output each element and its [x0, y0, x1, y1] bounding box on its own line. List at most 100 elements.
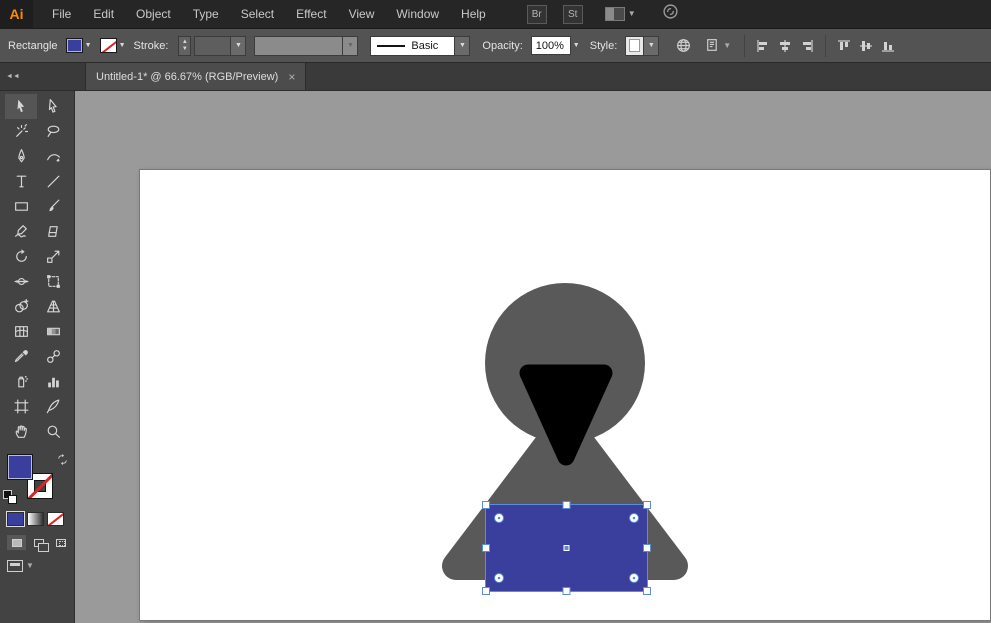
chevron-down-icon: ▼ — [230, 37, 245, 55]
chevron-down-icon: ▼ — [723, 42, 731, 50]
toolbar-collapse-button[interactable]: ◄◄ — [0, 63, 75, 90]
selection-handle[interactable] — [563, 588, 570, 595]
control-bar: Rectangle ▼ ▼ Stroke: ▲▼ ▼ ▼ Basic ▼ Opa… — [0, 29, 991, 63]
perspective-grid-tool[interactable] — [37, 294, 69, 319]
menu-file[interactable]: File — [41, 0, 82, 29]
screen-mode-button[interactable]: ▼ — [7, 560, 74, 572]
menu-type[interactable]: Type — [182, 0, 230, 29]
rotate-tool[interactable] — [5, 244, 37, 269]
bridge-button[interactable]: Br — [527, 5, 547, 24]
menu-object[interactable]: Object — [125, 0, 182, 29]
stroke-label: Stroke: — [134, 40, 169, 52]
lasso-tool[interactable] — [37, 119, 69, 144]
align-right-button[interactable] — [796, 35, 818, 57]
artboard[interactable] — [140, 170, 990, 620]
shaper-tool[interactable] — [5, 219, 37, 244]
stroke-swatch — [100, 38, 117, 53]
selection-handle[interactable] — [483, 588, 490, 595]
globe-icon — [675, 37, 692, 54]
artboard-tool[interactable] — [5, 394, 37, 419]
hand-tool[interactable] — [5, 419, 37, 444]
transform-menu-button[interactable]: ▼ — [704, 37, 731, 54]
menu-edit[interactable]: Edit — [82, 0, 125, 29]
selection-tool[interactable] — [5, 94, 37, 119]
paint-type-buttons — [7, 512, 74, 526]
fill-color-dropdown[interactable]: ▼ — [66, 38, 94, 53]
workspace-switcher-icon — [605, 7, 625, 21]
menu-view[interactable]: View — [338, 0, 386, 29]
selection-handle[interactable] — [644, 588, 651, 595]
brush-value: Basic — [411, 40, 454, 52]
symbol-sprayer-tool[interactable] — [5, 369, 37, 394]
default-fill-stroke-icon[interactable] — [3, 490, 17, 504]
opacity-input[interactable] — [531, 36, 571, 55]
document-info-button[interactable] — [675, 37, 692, 54]
paintbrush-tool[interactable] — [37, 194, 69, 219]
align-bottom-button[interactable] — [877, 35, 899, 57]
draw-normal-button[interactable] — [7, 535, 26, 550]
canvas[interactable] — [75, 91, 991, 623]
draw-normal-icon — [12, 539, 22, 547]
mesh-tool[interactable] — [5, 319, 37, 344]
selection-handle[interactable] — [483, 545, 490, 552]
stroke-color-dropdown[interactable]: ▼ — [100, 38, 128, 53]
swap-fill-stroke-icon[interactable] — [56, 453, 69, 466]
align-bottom-icon — [880, 38, 896, 54]
menu-select[interactable]: Select — [230, 0, 285, 29]
brush-definition-dropdown[interactable]: Basic ▼ — [370, 36, 470, 56]
align-top-button[interactable] — [833, 35, 855, 57]
close-icon[interactable]: × — [288, 70, 295, 84]
scale-tool[interactable] — [37, 244, 69, 269]
chevron-down-icon[interactable]: ▼ — [571, 38, 582, 53]
eyedropper-tool[interactable] — [5, 344, 37, 369]
none-button[interactable] — [47, 512, 64, 526]
magic-wand-tool[interactable] — [5, 119, 37, 144]
draw-behind-button[interactable] — [29, 535, 48, 550]
selection-handle[interactable] — [644, 545, 651, 552]
document-tab-bar: ◄◄ Untitled-1* @ 66.67% (RGB/Preview) × — [0, 63, 991, 91]
selection-handle[interactable] — [563, 502, 570, 509]
chevron-down-icon: ▼ — [628, 10, 636, 18]
rectangle-tool[interactable] — [5, 194, 37, 219]
align-left-button[interactable] — [752, 35, 774, 57]
align-right-icon — [799, 38, 815, 54]
chevron-down-icon: ▼ — [117, 38, 128, 53]
curvature-tool[interactable] — [37, 144, 69, 169]
selection-handle[interactable] — [483, 502, 490, 509]
stock-button[interactable]: St — [563, 5, 583, 24]
slice-tool[interactable] — [37, 394, 69, 419]
workspace-switcher-button[interactable]: ▼ — [605, 7, 636, 21]
gradient-tool[interactable] — [37, 319, 69, 344]
gradient-button[interactable] — [27, 512, 44, 526]
zoom-tool[interactable] — [37, 419, 69, 444]
direct-selection-tool[interactable] — [37, 94, 69, 119]
fill-swatch[interactable] — [7, 454, 33, 480]
stroke-weight-stepper[interactable]: ▲▼ — [178, 36, 191, 56]
menu-effect[interactable]: Effect — [285, 0, 337, 29]
document-tab[interactable]: Untitled-1* @ 66.67% (RGB/Preview) × — [85, 63, 306, 90]
stroke-weight-dropdown[interactable]: ▼ — [194, 36, 246, 56]
selection-handle[interactable] — [644, 502, 651, 509]
center-point[interactable] — [564, 546, 569, 551]
column-graph-tool[interactable] — [37, 369, 69, 394]
width-tool[interactable] — [5, 269, 37, 294]
menu-help[interactable]: Help — [450, 0, 497, 29]
chevron-down-icon: ▼ — [454, 37, 469, 55]
eraser-tool[interactable] — [37, 219, 69, 244]
align-center-button[interactable] — [774, 35, 796, 57]
align-left-icon — [755, 38, 771, 54]
blend-tool[interactable] — [37, 344, 69, 369]
sync-button[interactable] — [662, 3, 679, 25]
type-tool[interactable] — [5, 169, 37, 194]
line-segment-tool[interactable] — [37, 169, 69, 194]
style-dropdown[interactable]: ▼ — [625, 36, 659, 56]
draw-inside-button[interactable] — [51, 535, 70, 550]
color-button[interactable] — [7, 512, 24, 526]
free-transform-tool[interactable] — [37, 269, 69, 294]
shape-builder-tool[interactable] — [5, 294, 37, 319]
pen-tool[interactable] — [5, 144, 37, 169]
menu-window[interactable]: Window — [385, 0, 450, 29]
style-swatch — [629, 39, 640, 52]
align-middle-button[interactable] — [855, 35, 877, 57]
fill-stroke-indicator — [0, 452, 74, 508]
